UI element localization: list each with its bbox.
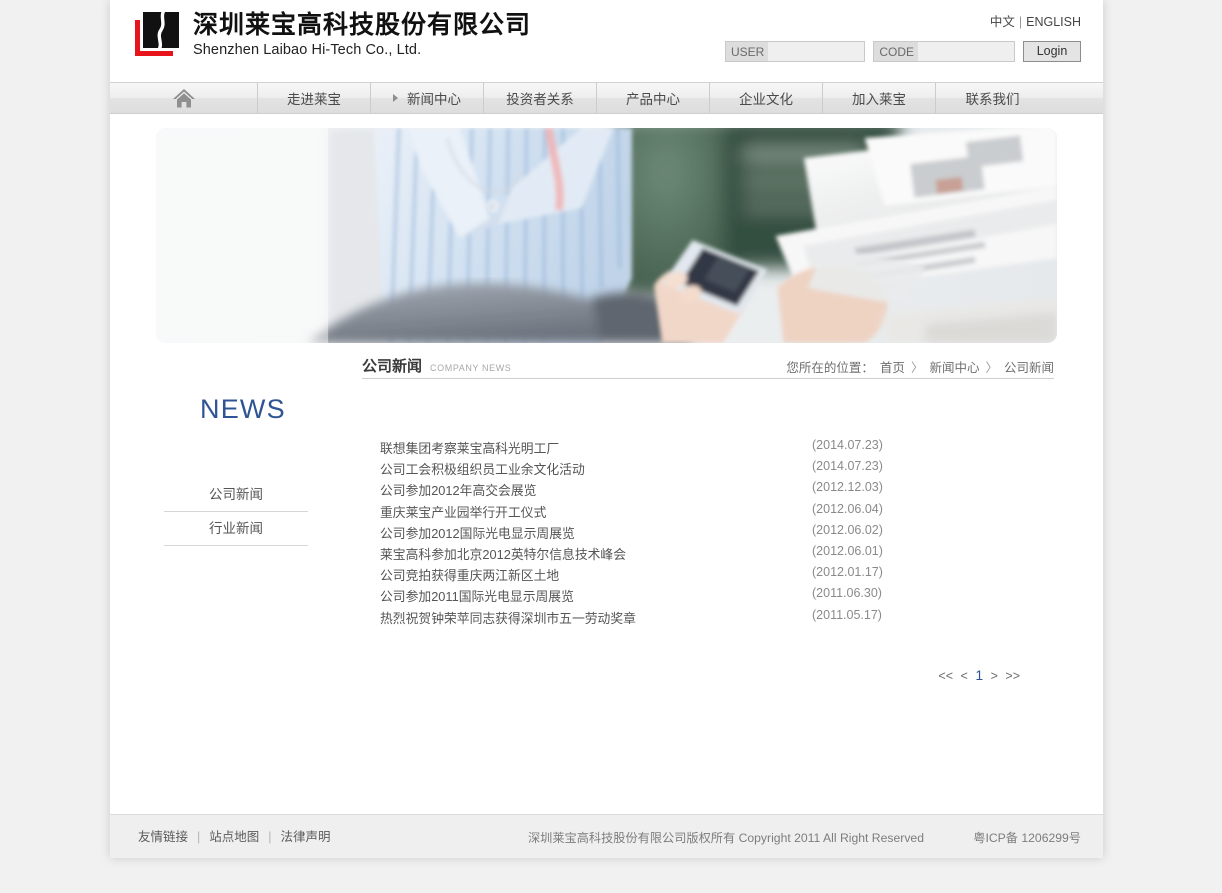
news-title: 热烈祝贺钟荣苹同志获得深圳市五一劳动奖章 xyxy=(380,610,636,626)
breadcrumb-item-current: 公司新闻 xyxy=(1003,361,1054,375)
news-title: 莱宝高科参加北京2012英特尔信息技术峰会 xyxy=(380,546,627,562)
pagination-last[interactable]: >> xyxy=(1005,669,1020,683)
news-date: (2012.12.03) xyxy=(812,480,883,495)
footer-link-separator: | xyxy=(197,830,201,844)
page-title: 公司新闻 xyxy=(362,357,423,375)
news-date: (2012.06.02) xyxy=(812,522,883,537)
nav-item-products[interactable]: 产品中心 xyxy=(597,83,710,113)
list-item[interactable]: 重庆莱宝产业园举行开工仪式 (2012.06.04) xyxy=(380,502,1054,523)
section-header: 公司新闻 COMPANY NEWS 您所在的位置： 首页〉新闻中心〉公司新闻 xyxy=(362,343,1054,379)
banner-section xyxy=(110,114,1103,343)
user-label: USER xyxy=(725,42,769,61)
content-area: NEWS 公司新闻 行业新闻 公司新闻 COMPANY NEWS 您所在的位置： 首… xyxy=(110,343,1103,811)
list-item[interactable]: 莱宝高科参加北京2012英特尔信息技术峰会 (2012.06.01) xyxy=(380,544,1054,565)
sidebar-item-industry-news[interactable]: 行业新闻 xyxy=(164,512,308,546)
nav-label: 走进莱宝 xyxy=(287,92,341,107)
nav-item-careers[interactable]: 加入莱宝 xyxy=(823,83,936,113)
news-date: (2011.05.17) xyxy=(812,607,882,622)
news-date: (2011.06.30) xyxy=(812,586,882,601)
banner-image xyxy=(156,128,1057,343)
nav-item-investor-relations[interactable]: 投资者关系 xyxy=(484,83,597,113)
pagination-prev[interactable]: < xyxy=(961,669,968,683)
list-item[interactable]: 公司参加2012年高交会展览 (2012.12.03) xyxy=(380,480,1054,501)
lang-chinese-link[interactable]: 中文 xyxy=(990,15,1015,29)
logo-chinese-name: 深圳莱宝高科技股份有限公司 xyxy=(193,10,532,40)
copyright-text: 深圳莱宝高科技股份有限公司版权所有 Copyright 2011 All Rig… xyxy=(528,831,924,845)
login-form: USER CODE Login xyxy=(724,41,1081,62)
laibao-logo-mark-icon xyxy=(135,12,183,58)
lang-separator: | xyxy=(1018,15,1023,29)
nav-item-contact[interactable]: 联系我们 xyxy=(936,83,1049,113)
footer-link-legal[interactable]: 法律声明 xyxy=(281,830,331,844)
section-word-news: NEWS xyxy=(200,394,286,424)
list-item[interactable]: 公司参加2012国际光电显示周展览 (2012.06.02) xyxy=(380,523,1054,544)
main-navigation: 走进莱宝 新闻中心 投资者关系 产品中心 企业文化 加入莱宝 联系我们 xyxy=(110,82,1103,114)
nav-item-culture[interactable]: 企业文化 xyxy=(710,83,823,113)
news-date: (2014.07.23) xyxy=(812,438,883,452)
logo-english-name: Shenzhen Laibao Hi-Tech Co., Ltd. xyxy=(193,42,422,59)
nav-item-home[interactable] xyxy=(110,83,258,113)
nav-label: 企业文化 xyxy=(739,92,793,107)
page-subtitle: COMPANY NEWS xyxy=(430,363,512,373)
site-header: 深圳莱宝高科技股份有限公司 Shenzhen Laibao Hi-Tech Co… xyxy=(110,0,1103,82)
footer-links: 友情链接 | 站点地图 | 法律声明 xyxy=(138,826,331,845)
nav-item-news-center[interactable]: 新闻中心 xyxy=(371,83,484,113)
page-container: 深圳莱宝高科技股份有限公司 Shenzhen Laibao Hi-Tech Co… xyxy=(110,0,1103,858)
news-date: (2014.07.23) xyxy=(812,459,883,474)
nav-label: 联系我们 xyxy=(965,92,1020,107)
pagination-next[interactable]: > xyxy=(991,669,998,683)
nav-label: 加入莱宝 xyxy=(852,92,906,107)
chevron-right-icon xyxy=(393,94,398,102)
news-title: 公司参加2012年高交会展览 xyxy=(380,483,537,499)
user-input[interactable] xyxy=(768,42,865,61)
breadcrumb-item-home[interactable]: 首页 xyxy=(880,361,905,375)
sidebar-item-label: 行业新闻 xyxy=(209,521,263,536)
list-item[interactable]: 联想集团考察莱宝高科光明工厂 (2014.07.23) xyxy=(380,438,1054,459)
site-logo[interactable]: 深圳莱宝高科技股份有限公司 Shenzhen Laibao Hi-Tech Co… xyxy=(135,12,531,58)
code-field-wrap: CODE xyxy=(873,41,1015,62)
list-item[interactable]: 热烈祝贺钟荣苹同志获得深圳市五一劳动奖章 (2011.05.17) xyxy=(380,608,1054,629)
home-icon xyxy=(172,88,195,107)
news-title: 重庆莱宝产业园举行开工仪式 xyxy=(380,504,547,520)
news-title: 公司工会积极组织员工业余文化活动 xyxy=(380,462,585,478)
news-date: (2012.01.17) xyxy=(812,565,883,580)
login-button[interactable]: Login xyxy=(1023,41,1081,62)
language-switcher: 中文 | ENGLISH xyxy=(990,11,1081,30)
footer-link-separator: | xyxy=(268,830,272,844)
nav-item-about[interactable]: 走进莱宝 xyxy=(258,83,371,113)
pagination: << < 1 > >> xyxy=(362,667,1054,683)
code-label: CODE xyxy=(874,42,918,61)
lang-english-link[interactable]: ENGLISH xyxy=(1026,15,1081,29)
nav-label: 新闻中心 xyxy=(407,92,461,107)
news-title: 联想集团考察莱宝高科光明工厂 xyxy=(380,441,560,456)
breadcrumb-item-news-center[interactable]: 新闻中心 xyxy=(929,361,979,375)
sidebar-menu: 公司新闻 行业新闻 xyxy=(164,478,308,546)
list-item[interactable]: 公司参加2011国际光电显示周展览 (2011.06.30) xyxy=(380,586,1054,607)
breadcrumb-separator: 〉 xyxy=(985,361,998,375)
news-title: 公司参加2011国际光电显示周展览 xyxy=(380,589,574,605)
main-column: 公司新闻 COMPANY NEWS 您所在的位置： 首页〉新闻中心〉公司新闻 联想集… xyxy=(362,343,1054,683)
breadcrumb: 您所在的位置： 首页〉新闻中心〉公司新闻 xyxy=(786,357,1054,376)
pagination-current-page[interactable]: 1 xyxy=(975,667,983,683)
list-item[interactable]: 公司工会积极组织员工业余文化活动 (2014.07.23) xyxy=(380,459,1054,480)
breadcrumb-separator: 〉 xyxy=(910,361,924,375)
breadcrumb-lead: 您所在的位置： xyxy=(786,361,874,375)
code-input[interactable] xyxy=(918,42,1014,61)
pagination-first[interactable]: << xyxy=(938,669,953,683)
footer-link-partners[interactable]: 友情链接 xyxy=(138,830,188,844)
news-date: (2012.06.04) xyxy=(812,501,883,516)
news-title: 公司竞拍获得重庆两江新区土地 xyxy=(380,568,560,584)
sidebar-item-company-news[interactable]: 公司新闻 xyxy=(164,478,308,512)
news-date: (2012.06.01) xyxy=(812,543,883,558)
sidebar-item-label: 公司新闻 xyxy=(209,487,263,502)
icp-license[interactable]: 粤ICP备 1206299号 xyxy=(973,828,1081,846)
list-item[interactable]: 公司竞拍获得重庆两江新区土地 (2012.01.17) xyxy=(380,565,1054,586)
news-list: 联想集团考察莱宝高科光明工厂 (2014.07.23) 公司工会积极组织员工业余… xyxy=(362,438,1054,629)
site-footer: 友情链接 | 站点地图 | 法律声明 深圳莱宝高科技股份有限公司版权所有 Copyrig… xyxy=(110,814,1103,858)
news-title: 公司参加2012国际光电显示周展览 xyxy=(380,525,575,541)
nav-label: 投资者关系 xyxy=(506,92,574,107)
nav-label: 产品中心 xyxy=(626,92,680,107)
user-field-wrap: USER xyxy=(724,41,866,62)
footer-link-sitemap[interactable]: 站点地图 xyxy=(209,830,259,844)
